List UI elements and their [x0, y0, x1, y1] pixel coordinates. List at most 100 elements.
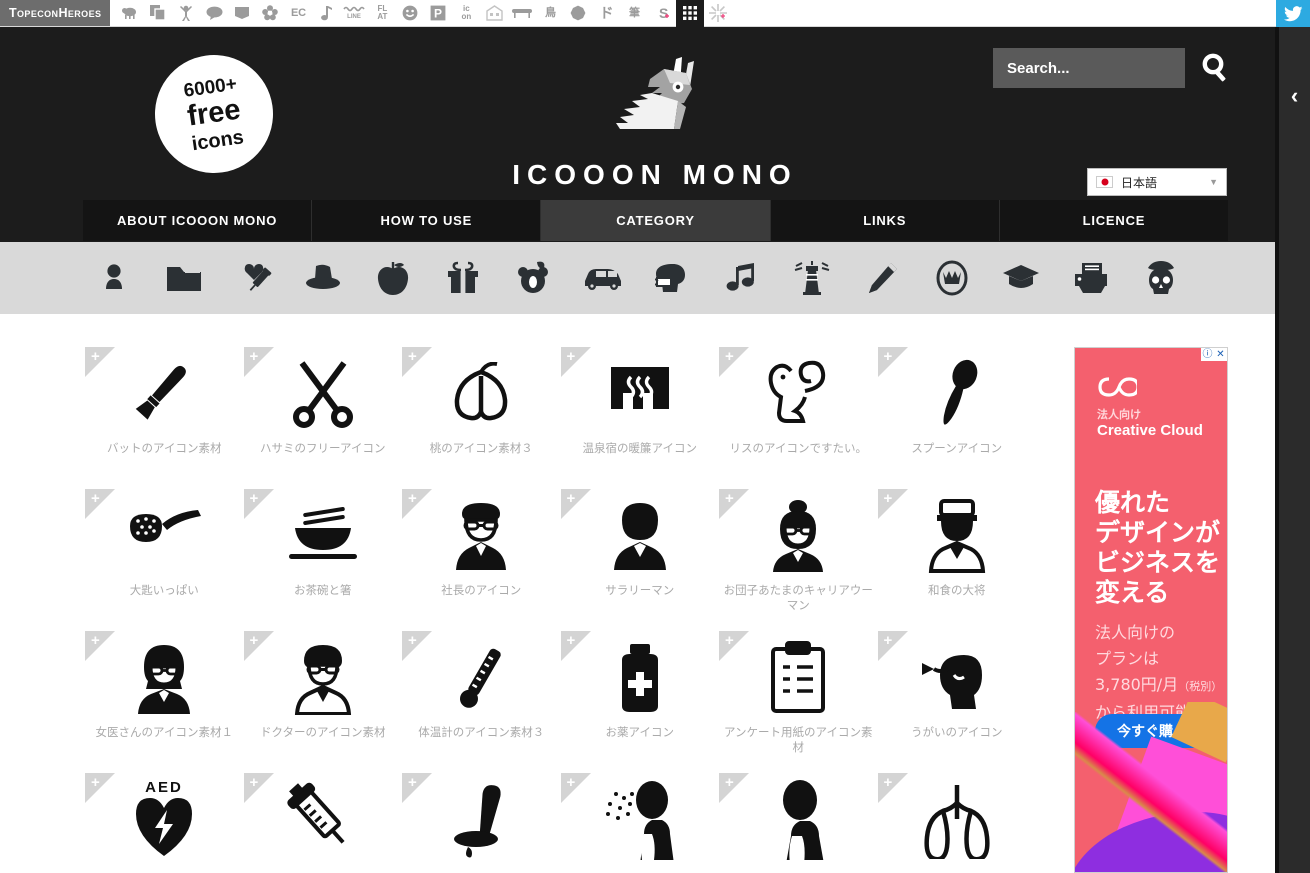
grid-item[interactable]: + — [402, 773, 561, 873]
search-icon[interactable] — [1197, 49, 1235, 87]
plus-icon[interactable]: + — [408, 633, 417, 648]
plus-icon[interactable]: + — [250, 633, 259, 648]
ec-icon[interactable]: EC — [284, 0, 312, 27]
plus-icon[interactable]: + — [725, 349, 734, 364]
nav-item-links[interactable]: LINKS — [770, 200, 1000, 241]
music-note-icon[interactable] — [312, 0, 340, 27]
right-rail[interactable]: ‹ — [1275, 27, 1310, 873]
icon-icon[interactable]: ic on — [452, 0, 480, 27]
grid-item[interactable]: + — [719, 773, 878, 873]
grid-item[interactable]: + ドクターのアイコン素材 — [243, 631, 403, 773]
plus-icon[interactable]: + — [408, 349, 417, 364]
crown-icon[interactable] — [930, 256, 974, 300]
plus-icon[interactable]: + — [91, 633, 100, 648]
grid-item[interactable]: + リスのアイコンですたい。 — [719, 347, 878, 489]
plus-icon[interactable]: + — [884, 633, 893, 648]
plus-icon[interactable]: + — [250, 491, 259, 506]
plus-icon[interactable]: + — [408, 491, 417, 506]
flag-icon[interactable] — [228, 0, 256, 27]
grid-icon[interactable] — [676, 0, 705, 27]
grid-item[interactable]: + — [877, 773, 1037, 873]
grid-item[interactable]: + 桃のアイコン素材３ — [402, 347, 561, 489]
plus-icon[interactable]: + — [91, 775, 100, 790]
medical-syringe-icon[interactable] — [232, 256, 276, 300]
plus-icon[interactable]: + — [250, 775, 259, 790]
flower-icon[interactable] — [256, 0, 284, 27]
plus-icon[interactable]: + — [884, 349, 893, 364]
graduation-cap-icon[interactable] — [999, 256, 1043, 300]
grid-item[interactable]: + うがいのアイコン — [877, 631, 1037, 773]
hat-icon[interactable] — [301, 256, 345, 300]
ad-info-icon[interactable]: ⓘ — [1201, 348, 1214, 361]
face-mask-icon[interactable] — [650, 256, 694, 300]
grid-item[interactable]: + スプーンアイコン — [877, 347, 1037, 489]
sheep-icon[interactable] — [116, 0, 144, 27]
grid-item[interactable]: + 体温計のアイコン素材３ — [402, 631, 561, 773]
language-selector[interactable]: 日本語 ▼ — [1087, 168, 1227, 196]
grid-item[interactable]: + ハサミのフリーアイコン — [243, 347, 403, 489]
plus-icon[interactable]: + — [567, 349, 576, 364]
plus-icon[interactable]: + — [884, 491, 893, 506]
flat-icon[interactable]: FL AT — [368, 0, 396, 27]
plus-icon[interactable]: + — [567, 633, 576, 648]
grid-item[interactable]: + バットのアイコン素材 — [85, 347, 244, 489]
s-plus-icon[interactable]: S — [648, 0, 676, 27]
music-note-icon[interactable] — [720, 256, 764, 300]
chevron-left-icon[interactable]: ‹ — [1291, 85, 1298, 107]
grid-item[interactable]: + お団子あたまのキャリアウーマン — [719, 489, 878, 631]
car-icon[interactable] — [581, 256, 625, 300]
plus-icon[interactable]: + — [91, 349, 100, 364]
do-icon[interactable]: ド — [592, 0, 620, 27]
grid-item[interactable]: + 社長のアイコン — [402, 489, 561, 631]
bird-icon[interactable]: 鳥 — [536, 0, 564, 27]
grid-item[interactable]: + 和食の大将 — [877, 489, 1037, 631]
plus-icon[interactable]: + — [408, 775, 417, 790]
grid-item[interactable]: + 女医さんのアイコン素材１ — [85, 631, 244, 773]
plus-icon[interactable]: + — [250, 349, 259, 364]
nav-item-category[interactable]: CATEGORY — [541, 200, 771, 241]
folder-icon[interactable] — [162, 256, 206, 300]
plus-icon[interactable]: + — [725, 633, 734, 648]
grid-item[interactable]: + 温泉宿の暖簾アイコン — [560, 347, 720, 489]
plus-icon[interactable]: + — [91, 491, 100, 506]
nav-item-how-to-use[interactable]: HOW TO USE — [312, 200, 542, 241]
line-icon[interactable]: LINE — [340, 0, 368, 27]
gem-icon[interactable] — [564, 0, 592, 27]
lighthouse-icon[interactable] — [790, 256, 834, 300]
bear-icon[interactable] — [511, 256, 555, 300]
grid-item[interactable]: + — [243, 773, 403, 873]
search-input[interactable] — [993, 48, 1185, 88]
grid-item[interactable]: + 大匙いっぱい — [85, 489, 244, 631]
grid-item[interactable]: + サラリーマン — [560, 489, 720, 631]
grid-item[interactable]: + — [560, 773, 720, 873]
building-icon[interactable] — [480, 0, 508, 27]
person-icon[interactable] — [92, 256, 136, 300]
ad-close-icon[interactable]: ✕ — [1214, 348, 1227, 361]
advertisement[interactable]: ⓘ ✕ 法人向け Creative Cloud 優れた デザインが ビジネスを … — [1074, 347, 1228, 873]
topeconheroes-brand[interactable]: TopeconHeroes — [0, 0, 111, 26]
person-cheer-icon[interactable] — [172, 0, 200, 27]
grid-item[interactable]: + AED — [85, 773, 244, 873]
sparkle-icon[interactable] — [704, 0, 732, 27]
site-logo[interactable]: ICOOON MONO — [500, 55, 810, 191]
plus-icon[interactable]: + — [567, 775, 576, 790]
gift-icon[interactable] — [441, 256, 485, 300]
printer-icon[interactable] — [1069, 256, 1113, 300]
grid-item[interactable]: + アンケート用紙のアイコン素材 — [719, 631, 878, 773]
plus-icon[interactable]: + — [725, 491, 734, 506]
plus-icon[interactable]: + — [725, 775, 734, 790]
grid-item[interactable]: + お茶碗と箸 — [243, 489, 403, 631]
nav-item-about[interactable]: ABOUT ICOOON MONO — [83, 200, 313, 241]
brush-icon[interactable]: 筆 — [620, 0, 648, 27]
skull-icon[interactable] — [1139, 256, 1183, 300]
twitter-icon[interactable] — [1276, 0, 1310, 27]
speech-bubble-icon[interactable] — [200, 0, 228, 27]
pencil-icon[interactable] — [860, 256, 904, 300]
bench-icon[interactable] — [508, 0, 536, 27]
smiley-icon[interactable] — [396, 0, 424, 27]
apple-icon[interactable] — [371, 256, 415, 300]
nav-item-licence[interactable]: LICENCE — [999, 200, 1229, 241]
grid-item[interactable]: + お薬アイコン — [560, 631, 720, 773]
plus-icon[interactable]: + — [884, 775, 893, 790]
plus-icon[interactable]: + — [567, 491, 576, 506]
